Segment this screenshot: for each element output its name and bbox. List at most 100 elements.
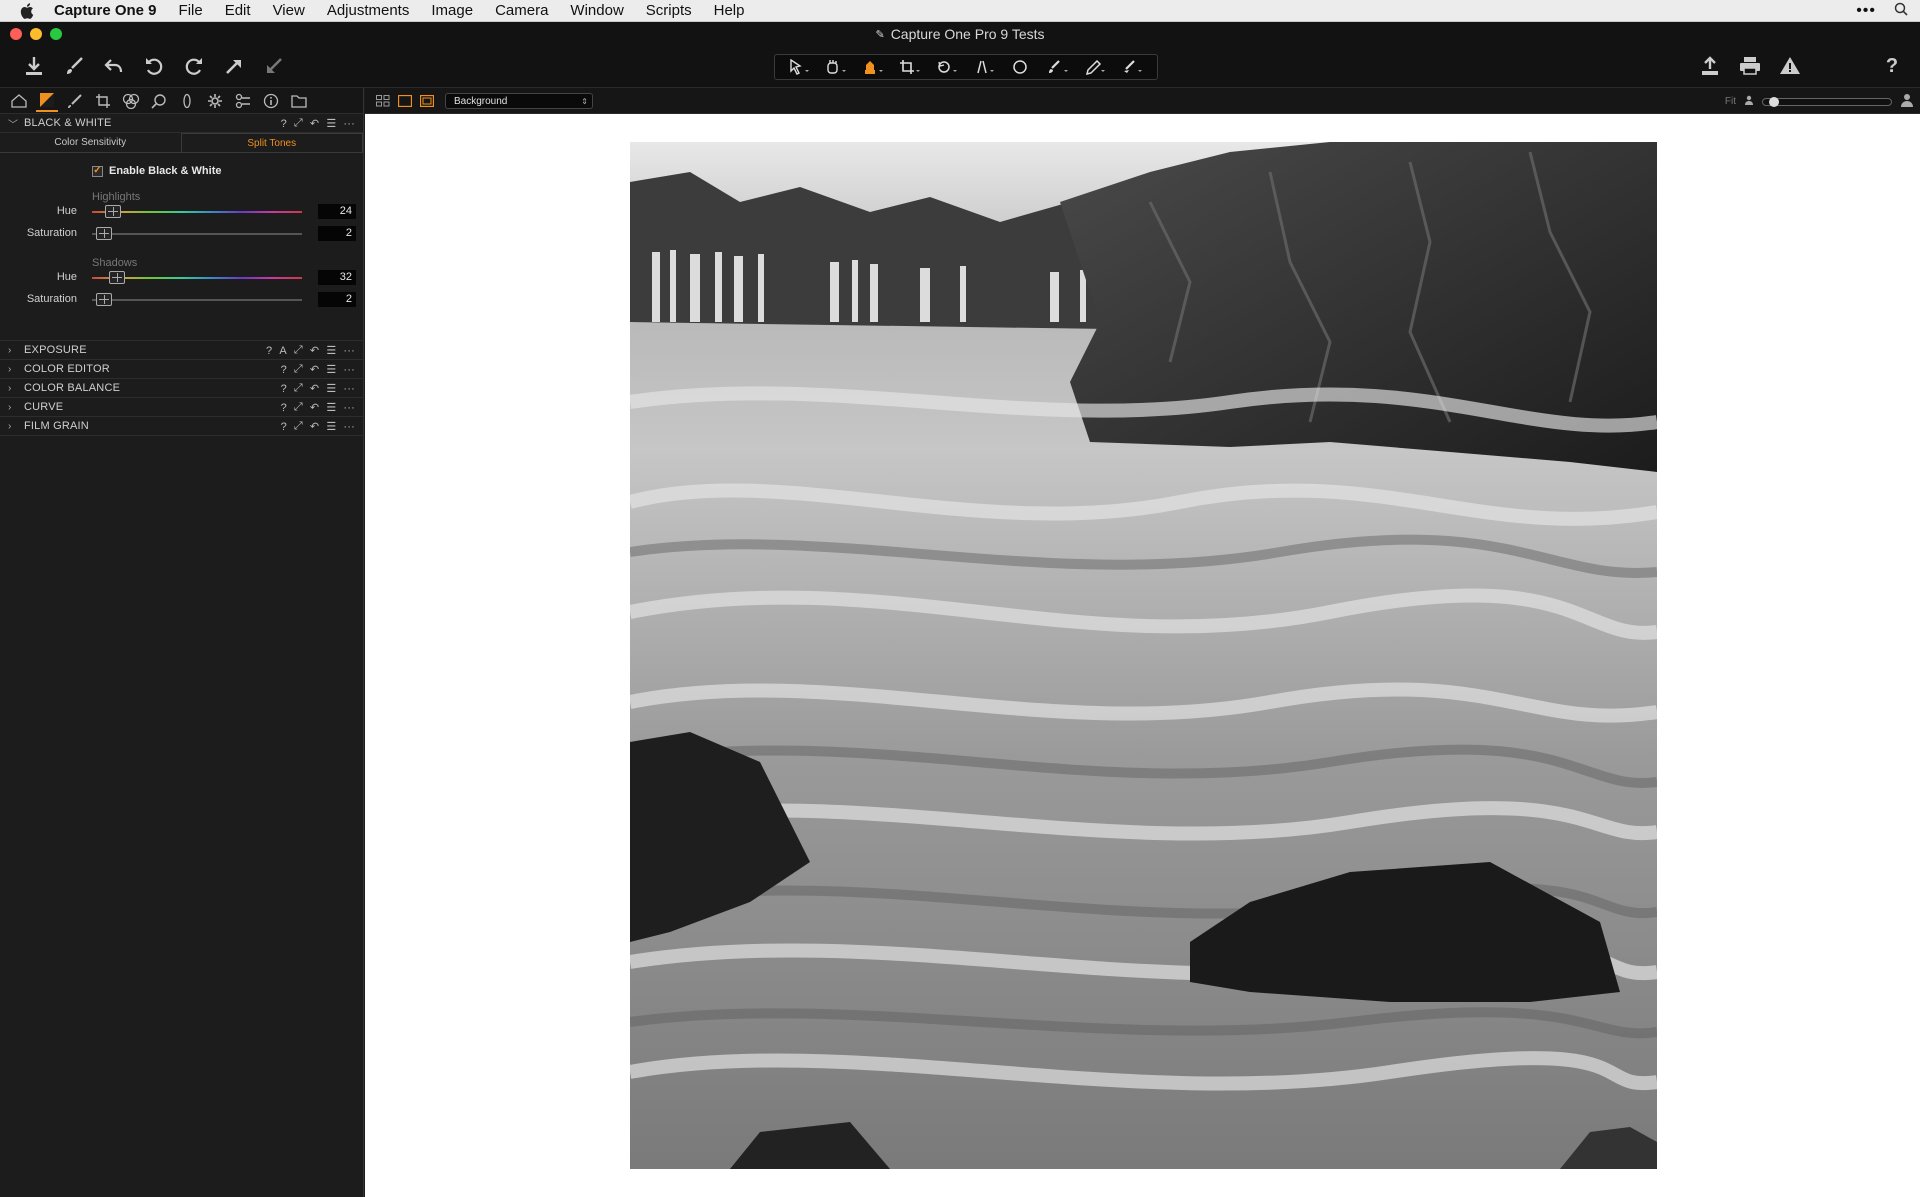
black-white-header[interactable]: ﹀ BLACK & WHITE ? ⤢ ↶ ☰ ··· [0,114,363,133]
shadows-hue-value[interactable]: 32 [318,270,356,285]
exposure-header[interactable]: › EXPOSURE ? A ⤢ ↶ ☰ ··· [0,341,363,360]
print-icon[interactable] [1736,52,1764,80]
brush-icon[interactable] [60,52,88,80]
info-icon[interactable] [260,90,282,112]
highlights-sat-track[interactable] [92,233,302,235]
presets-icon[interactable]: ☰ [326,420,336,433]
menu-window[interactable]: Window [570,2,623,19]
more-icon[interactable]: ··· [343,383,355,395]
close-window-button[interactable] [10,28,22,40]
help-small-icon[interactable]: ? [281,383,287,395]
more-icon[interactable]: ··· [343,402,355,414]
help-small-icon[interactable]: ? [281,421,287,433]
shadows-hue-thumb[interactable] [109,271,126,284]
reset-icon[interactable]: ↶ [310,344,319,357]
expand-icon[interactable]: ⤢ [294,382,303,395]
expand-icon[interactable]: ⤢ [294,363,303,376]
highlights-hue-thumb[interactable] [104,205,121,218]
export-icon[interactable] [1696,52,1724,80]
shadows-sat-thumb[interactable] [95,293,112,306]
app-name-menu[interactable]: Capture One 9 [54,2,157,19]
crop-tab-icon[interactable] [92,90,114,112]
import-icon[interactable] [20,52,48,80]
folder-icon[interactable] [288,90,310,112]
more-menu-icon[interactable]: ••• [1856,2,1876,20]
highlights-hue-track[interactable] [92,211,302,213]
grid-view-icon[interactable] [375,93,391,109]
menu-camera[interactable]: Camera [495,2,548,19]
presets-icon[interactable]: ☰ [326,344,336,357]
enable-bw-checkbox[interactable]: ✓ [92,165,103,177]
proof-view-icon[interactable] [419,93,435,109]
single-view-icon[interactable] [397,93,413,109]
reset-icon[interactable]: ↶ [310,117,319,130]
circle-icon[interactable] [1005,56,1039,78]
keystone-icon[interactable] [968,56,1002,78]
zoom-window-button[interactable] [50,28,62,40]
fit-label[interactable]: Fit [1725,96,1736,107]
copy-adjustments-icon[interactable] [260,52,288,80]
batch-icon[interactable] [232,90,254,112]
photo-preview[interactable] [630,142,1657,1169]
rotate-right-icon[interactable] [180,52,208,80]
enable-bw-row[interactable]: ✓ Enable Black & White [92,165,221,177]
presets-icon[interactable]: ☰ [326,363,336,376]
reset-icon[interactable]: ↶ [310,420,319,433]
curve-header[interactable]: › CURVE ? ⤢ ↶ ☰ ··· [0,398,363,417]
help-small-icon[interactable]: ? [266,345,272,357]
menu-adjustments[interactable]: Adjustments [327,2,410,19]
reset-icon[interactable]: ↶ [310,382,319,395]
tab-color-sensitivity[interactable]: Color Sensitivity [0,133,181,152]
more-icon[interactable]: ··· [343,118,355,130]
menu-file[interactable]: File [179,2,203,19]
bucket-icon[interactable] [857,56,891,78]
more-icon[interactable]: ··· [343,364,355,376]
rotate-left-icon[interactable] [140,52,168,80]
menu-edit[interactable]: Edit [225,2,251,19]
presets-icon[interactable]: ☰ [326,401,336,414]
settings-icon[interactable] [204,90,226,112]
spotlight-search-icon[interactable] [1894,2,1908,20]
color-editor-header[interactable]: › COLOR EDITOR ? ⤢ ↶ ☰ ··· [0,360,363,379]
more-icon[interactable]: ··· [343,421,355,433]
menu-image[interactable]: Image [431,2,473,19]
shadows-sat-track[interactable] [92,299,302,301]
warning-icon[interactable] [1776,52,1804,80]
expand-icon[interactable]: ⤢ [294,344,303,357]
help-small-icon[interactable]: ? [281,364,287,376]
menu-help[interactable]: Help [714,2,745,19]
more-icon[interactable]: ··· [343,345,355,357]
apply-icon[interactable] [220,52,248,80]
zoom-slider-thumb[interactable] [1769,96,1779,107]
color-icon[interactable] [36,90,58,112]
focus-icon[interactable] [148,90,170,112]
zoom-slider[interactable] [1762,96,1892,107]
expand-icon[interactable]: ⤢ [294,117,303,130]
picker-icon[interactable] [1079,56,1113,78]
highlights-sat-thumb[interactable] [95,227,112,240]
menu-scripts[interactable]: Scripts [646,2,692,19]
draw-mask-icon[interactable] [1042,56,1076,78]
crop-icon[interactable] [894,56,928,78]
expand-icon[interactable]: ⤢ [294,401,303,414]
expand-icon[interactable]: ⤢ [294,420,303,433]
film-grain-header[interactable]: › FILM GRAIN ? ⤢ ↶ ☰ ··· [0,417,363,436]
annotate-icon[interactable] [1116,56,1150,78]
image-viewer[interactable] [365,114,1920,1197]
undo-all-icon[interactable] [100,52,128,80]
lens-icon[interactable] [120,90,142,112]
details-icon[interactable] [176,90,198,112]
help-icon[interactable]: ? [1878,52,1906,80]
presets-icon[interactable]: ☰ [326,382,336,395]
rotate-icon[interactable] [931,56,965,78]
pointer-icon[interactable] [783,56,817,78]
highlights-sat-value[interactable]: 2 [318,226,356,241]
apple-icon[interactable] [16,0,38,22]
adjust-icon[interactable] [64,90,86,112]
auto-icon[interactable]: A [279,345,287,357]
color-balance-header[interactable]: › COLOR BALANCE ? ⤢ ↶ ☰ ··· [0,379,363,398]
shadows-sat-value[interactable]: 2 [318,292,356,307]
library-icon[interactable] [8,90,30,112]
reset-icon[interactable]: ↶ [310,401,319,414]
hand-icon[interactable] [820,56,854,78]
